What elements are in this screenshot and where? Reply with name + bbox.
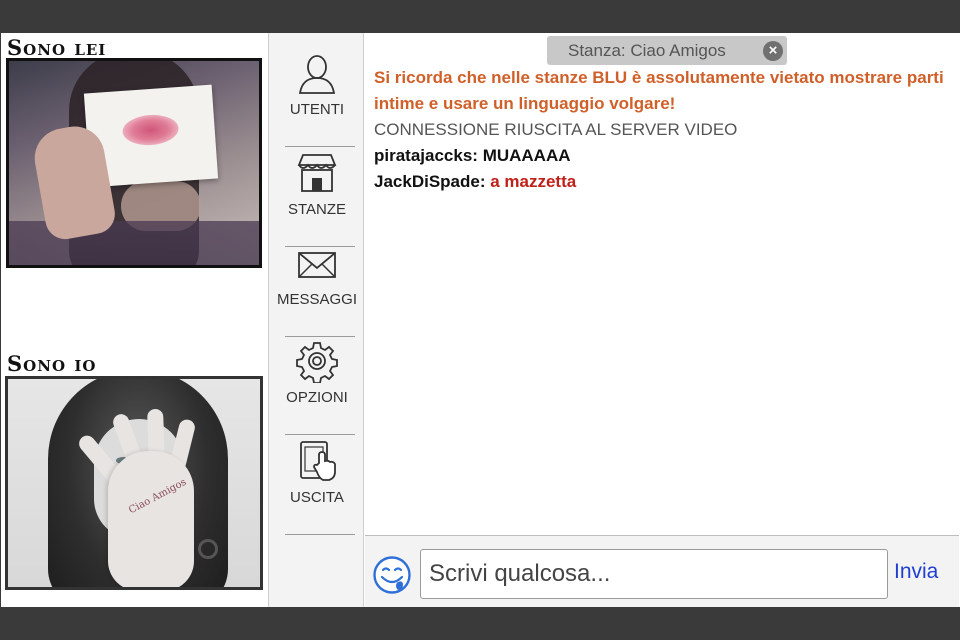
envelope-icon bbox=[298, 252, 336, 278]
nav-separator bbox=[285, 146, 355, 147]
nav-item-opzioni[interactable]: OPZIONI bbox=[269, 339, 365, 435]
chat-panel: Stanza: Ciao Amigos × Si ricorda che nel… bbox=[365, 33, 959, 607]
gear-icon bbox=[296, 342, 338, 383]
nav-item-uscita[interactable]: USCITA bbox=[269, 439, 365, 535]
chat-message: JackDiSpade: a mazzetta bbox=[374, 169, 954, 195]
nav-item-messaggi[interactable]: MESSAGGI bbox=[269, 241, 365, 337]
room-tab[interactable]: Stanza: Ciao Amigos × bbox=[547, 36, 787, 65]
send-button[interactable]: Invia bbox=[894, 560, 938, 584]
lips-print bbox=[121, 113, 180, 147]
message-text: a mazzetta bbox=[490, 172, 577, 191]
remote-video[interactable] bbox=[6, 58, 262, 268]
local-video-title: Sono io bbox=[7, 351, 97, 376]
video-column: Sono lei Sono io Ciao Amigos bbox=[0, 33, 268, 607]
nav-separator bbox=[285, 434, 355, 435]
window-bottom-bar bbox=[0, 607, 960, 640]
message-list: Si ricorda che nelle stanze BLU è assolu… bbox=[374, 65, 954, 195]
local-video[interactable]: Ciao Amigos bbox=[5, 376, 263, 590]
nav-label-opzioni: OPZIONI bbox=[286, 389, 348, 406]
nav-item-utenti[interactable]: UTENTI bbox=[269, 51, 365, 147]
moderation-warning: Si ricorda che nelle stanze BLU è assolu… bbox=[374, 68, 944, 113]
nav-label-uscita: USCITA bbox=[290, 489, 344, 506]
nav-label-stanze: STANZE bbox=[287, 201, 347, 218]
emoji-icon[interactable] bbox=[372, 555, 412, 595]
local-video-hand bbox=[108, 451, 194, 587]
nav-separator bbox=[285, 336, 355, 337]
close-icon[interactable]: × bbox=[763, 41, 783, 61]
system-message: CONNESSIONE RIUSCITA AL SERVER VIDEO bbox=[374, 120, 738, 139]
message-username[interactable]: JackDiSpade: bbox=[374, 172, 486, 191]
nav-item-stanze[interactable]: STANZE bbox=[269, 151, 365, 247]
message-username[interactable]: piratajaccks: bbox=[374, 146, 478, 165]
exit-tablet-icon bbox=[300, 441, 336, 481]
window-top-bar bbox=[0, 0, 960, 33]
message-input[interactable] bbox=[420, 549, 888, 599]
room-label: Stanza: Ciao Amigos bbox=[568, 40, 726, 60]
nav-label-utenti: UTENTI bbox=[289, 101, 345, 118]
user-icon bbox=[298, 55, 336, 94]
message-composer: Invia bbox=[365, 536, 959, 607]
chat-app: Sono lei Sono io Ciao Amigos UTENTI STAN… bbox=[0, 33, 960, 607]
nav-sidebar: UTENTI STANZE MESSAGGI OPZIONI USCITA bbox=[268, 33, 364, 607]
nav-separator bbox=[285, 534, 355, 535]
local-video-earring bbox=[198, 539, 218, 559]
message-text: MUAAAAA bbox=[482, 146, 571, 165]
chat-message: piratajaccks: MUAAAAA bbox=[374, 143, 954, 169]
remote-video-title: Sono lei bbox=[7, 35, 107, 60]
nav-label-messaggi: MESSAGGI bbox=[276, 291, 358, 308]
store-icon bbox=[297, 154, 337, 192]
